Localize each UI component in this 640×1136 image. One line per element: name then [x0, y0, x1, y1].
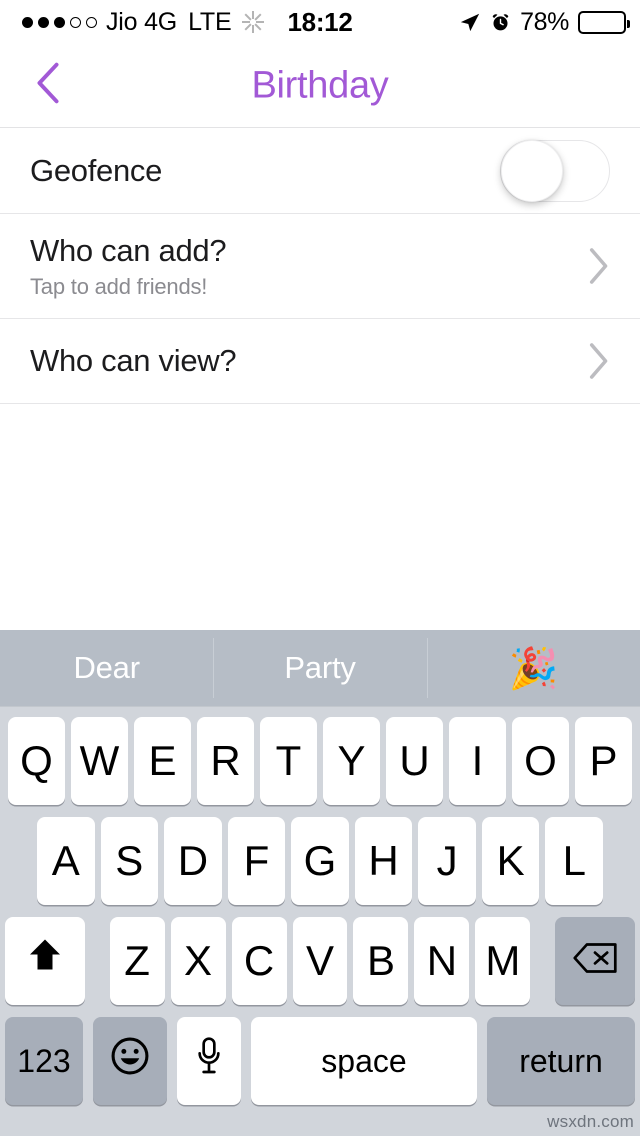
key-v[interactable]: V [292, 917, 348, 1005]
toggle-knob [501, 139, 563, 202]
page-title: Birthday [251, 64, 389, 106]
row-accessory [588, 342, 610, 380]
settings-list: Geofence Who can add? Tap to add friends… [0, 128, 640, 404]
keyboard-row-1: Q W E R T Y U I O P [0, 717, 640, 805]
return-key[interactable]: return [487, 1017, 635, 1105]
settings-row-title: Who can view? [30, 343, 237, 379]
battery-icon [578, 10, 630, 34]
settings-row-geofence[interactable]: Geofence [0, 128, 640, 214]
key-d[interactable]: D [164, 817, 222, 905]
backspace-key[interactable] [555, 917, 635, 1005]
on-screen-keyboard: Dear Party 🎉 Q W E R T Y U I O P A S D F… [0, 630, 640, 1136]
suggestion-item-2[interactable]: Party [213, 630, 426, 706]
key-a[interactable]: A [36, 817, 95, 905]
key-c[interactable]: C [231, 917, 287, 1005]
settings-row-title: Geofence [30, 152, 163, 188]
key-rows: Q W E R T Y U I O P A S D F G H J K L Z … [0, 707, 640, 1105]
key-u[interactable]: U [386, 717, 443, 805]
dictation-key[interactable] [177, 1017, 241, 1105]
battery-percent-label: 78% [520, 7, 569, 36]
key-g[interactable]: G [291, 817, 349, 905]
row-text-group: Who can add? Tap to add friends! [30, 233, 227, 299]
settings-row-title: Who can add? [30, 233, 227, 269]
key-r[interactable]: R [197, 717, 254, 805]
suggestion-item-3[interactable]: 🎉 [426, 630, 640, 706]
settings-row-subtitle: Tap to add friends! [30, 273, 208, 299]
key-p[interactable]: P [575, 717, 632, 805]
keyboard-row-4: 123 space return [0, 1017, 640, 1105]
key-f[interactable]: F [227, 817, 286, 905]
shift-key[interactable] [5, 917, 85, 1005]
smiley-face-icon [110, 1036, 150, 1086]
key-k[interactable]: K [481, 817, 540, 905]
chevron-right-icon [588, 342, 610, 380]
space-key[interactable]: space [251, 1017, 477, 1105]
key-n[interactable]: N [414, 917, 470, 1005]
row-accessory [588, 247, 610, 285]
key-q[interactable]: Q [8, 717, 65, 805]
status-bar-right: 78% [459, 7, 630, 37]
watermark: wsxdn.com [547, 1112, 634, 1131]
alarm-clock-icon [490, 12, 511, 33]
key-x[interactable]: X [170, 917, 226, 1005]
status-bar: Jio 4G LTE 18:12 78% [0, 0, 640, 44]
navigation-bar: Birthday [0, 44, 640, 128]
chevron-right-icon [588, 247, 610, 285]
keyboard-row-3: Z X C V B N M [0, 917, 640, 1005]
key-z[interactable]: Z [109, 917, 165, 1005]
settings-row-who-can-view[interactable]: Who can view? [0, 319, 640, 404]
key-s[interactable]: S [100, 817, 159, 905]
key-m[interactable]: M [475, 917, 531, 1005]
key-e[interactable]: E [134, 717, 191, 805]
geofence-toggle[interactable] [500, 139, 610, 202]
key-i[interactable]: I [449, 717, 506, 805]
emoji-key[interactable] [93, 1017, 167, 1105]
key-h[interactable]: H [354, 817, 413, 905]
microphone-icon [194, 1036, 224, 1086]
key-o[interactable]: O [512, 717, 569, 805]
key-j[interactable]: J [418, 817, 476, 905]
backspace-delete-icon [572, 937, 618, 985]
keyboard-row-2: A S D F G H J K L [0, 817, 640, 905]
row-text-group: Who can view? [30, 343, 237, 379]
key-t[interactable]: T [260, 717, 317, 805]
settings-row-who-can-add[interactable]: Who can add? Tap to add friends! [0, 214, 640, 319]
key-l[interactable]: L [545, 817, 604, 905]
row-accessory [500, 139, 610, 202]
suggestion-item-1[interactable]: Dear [0, 630, 213, 706]
predictive-suggestion-bar: Dear Party 🎉 [0, 630, 640, 707]
shift-arrow-icon [27, 936, 63, 986]
location-arrow-icon [459, 11, 481, 33]
numbers-key[interactable]: 123 [5, 1017, 83, 1105]
key-w[interactable]: W [71, 717, 128, 805]
key-y[interactable]: Y [323, 717, 380, 805]
key-b[interactable]: B [353, 917, 409, 1005]
row-text-group: Geofence [30, 153, 162, 189]
